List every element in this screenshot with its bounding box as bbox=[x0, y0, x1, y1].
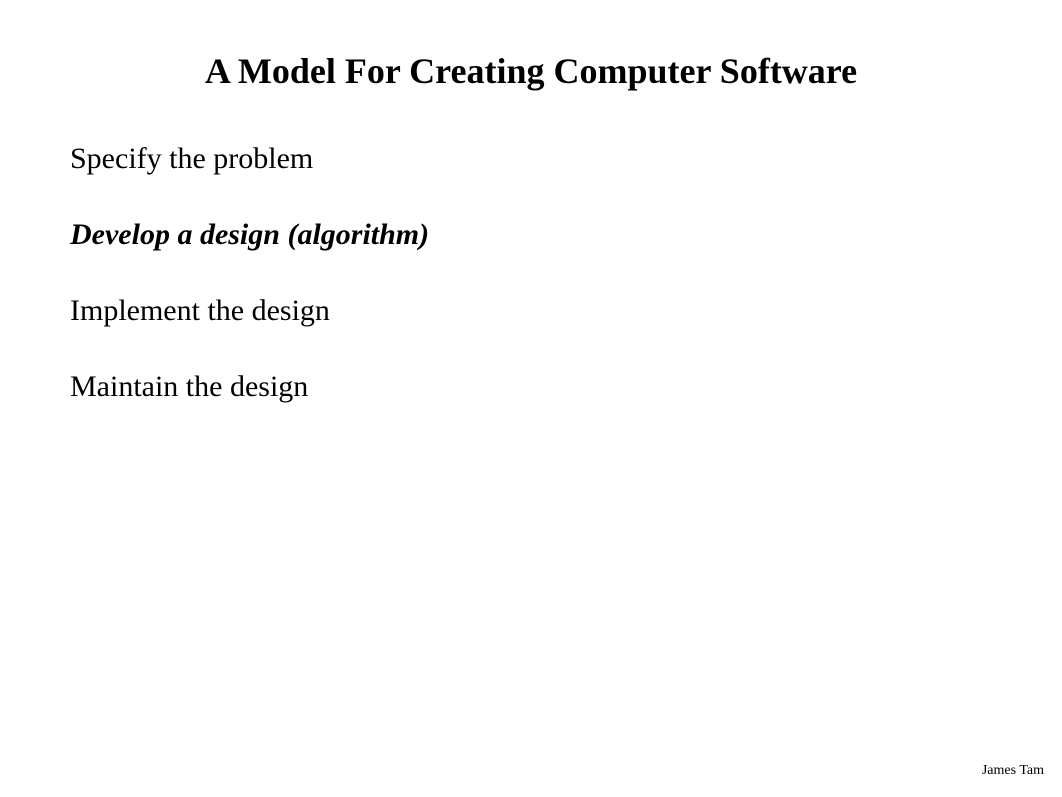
bullet-item-emphasized: Develop a design (algorithm) bbox=[70, 218, 992, 252]
bullet-item: Specify the problem bbox=[70, 142, 992, 176]
bullet-item: Maintain the design bbox=[70, 370, 992, 404]
bullet-item: Implement the design bbox=[70, 294, 992, 328]
slide-title: A Model For Creating Computer Software bbox=[70, 50, 992, 92]
footer-author: James Tam bbox=[982, 763, 1044, 779]
slide-content: A Model For Creating Computer Software S… bbox=[0, 0, 1062, 404]
